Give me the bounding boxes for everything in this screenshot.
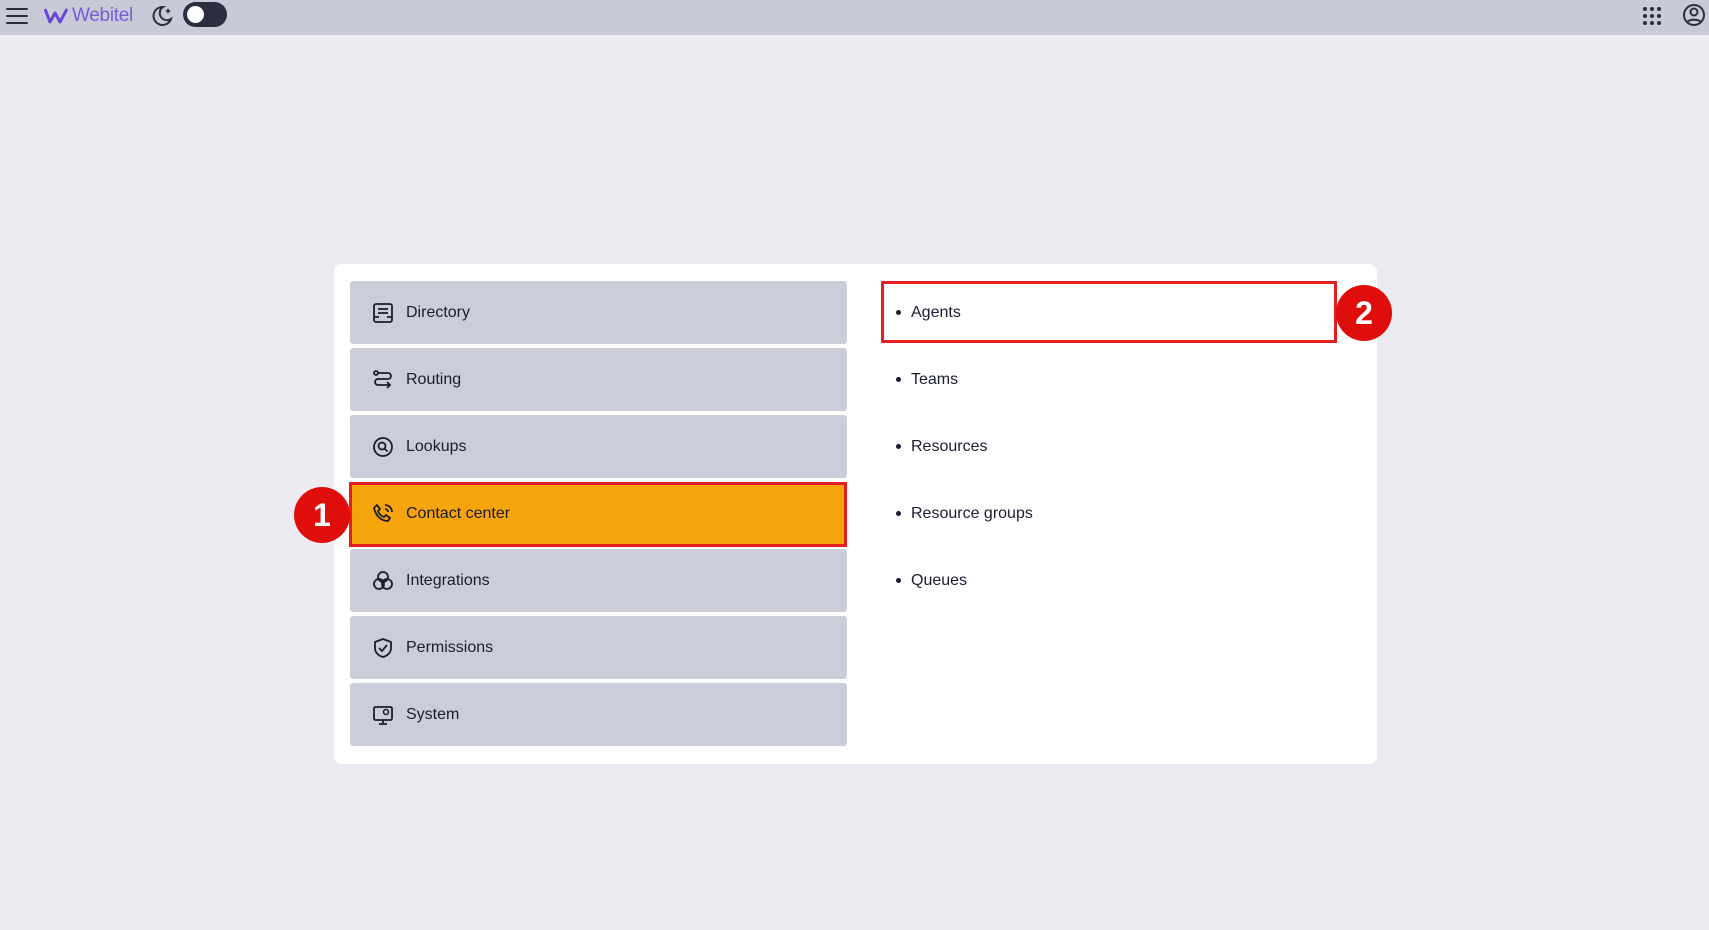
section-list: Directory Routing Lookups Contact center…	[350, 281, 847, 750]
webitel-logo[interactable]: Webitel	[44, 3, 133, 29]
bullet	[896, 511, 901, 516]
nav-item-lookups[interactable]: Lookups	[350, 415, 847, 478]
submenu-item-label: Resource groups	[911, 504, 1033, 522]
top-bar: Webitel	[0, 0, 1709, 35]
system-icon	[372, 704, 394, 726]
nav-item-label: System	[406, 705, 460, 723]
step-marker-1: 1	[294, 487, 350, 543]
apps-grid-icon[interactable]	[1641, 5, 1663, 27]
nav-item-contact-center[interactable]: Contact center	[350, 482, 847, 545]
hamburger-menu-icon[interactable]	[5, 4, 29, 28]
nav-item-integrations[interactable]: Integrations	[350, 549, 847, 612]
integrations-icon	[372, 570, 394, 592]
navigation-panel: Directory Routing Lookups Contact center…	[334, 264, 1377, 764]
bullet	[896, 377, 901, 382]
submenu-item-agents[interactable]: Agents	[882, 281, 1332, 344]
bullet	[896, 310, 901, 315]
account-icon[interactable]	[1681, 2, 1707, 28]
nav-item-permissions[interactable]: Permissions	[350, 616, 847, 679]
nav-item-directory[interactable]: Directory	[350, 281, 847, 344]
submenu-item-label: Queues	[911, 571, 968, 589]
submenu-item-label: Resources	[911, 437, 988, 455]
submenu-item-label: Teams	[911, 370, 959, 388]
toggle-knob	[187, 6, 204, 23]
submenu-item-resources[interactable]: Resources	[882, 415, 1332, 478]
nav-item-system[interactable]: System	[350, 683, 847, 746]
nav-item-label: Permissions	[406, 638, 494, 656]
submenu-list: Agents Teams Resources Resource groups Q…	[882, 281, 1332, 616]
submenu-item-label: Agents	[911, 303, 961, 321]
nav-item-label: Directory	[406, 303, 471, 321]
webitel-logo-mark	[44, 8, 68, 24]
submenu-item-teams[interactable]: Teams	[882, 348, 1332, 411]
step-marker-2: 2	[1336, 285, 1392, 341]
directory-icon	[372, 302, 394, 324]
permissions-icon	[372, 637, 394, 659]
nav-item-label: Lookups	[406, 437, 467, 455]
routing-icon	[372, 369, 394, 391]
submenu-item-queues[interactable]: Queues	[882, 549, 1332, 612]
nav-item-routing[interactable]: Routing	[350, 348, 847, 411]
nav-item-label: Routing	[406, 370, 462, 388]
contact-center-icon	[372, 503, 394, 525]
bullet	[896, 578, 901, 583]
logo-text: Webitel	[72, 5, 133, 26]
submenu-item-resource-groups[interactable]: Resource groups	[882, 482, 1332, 545]
nav-item-label: Integrations	[406, 571, 490, 589]
moon-icon	[150, 4, 174, 28]
lookups-icon	[372, 436, 394, 458]
nav-item-label: Contact center	[406, 504, 511, 522]
bullet	[896, 444, 901, 449]
theme-toggle[interactable]	[183, 2, 227, 27]
